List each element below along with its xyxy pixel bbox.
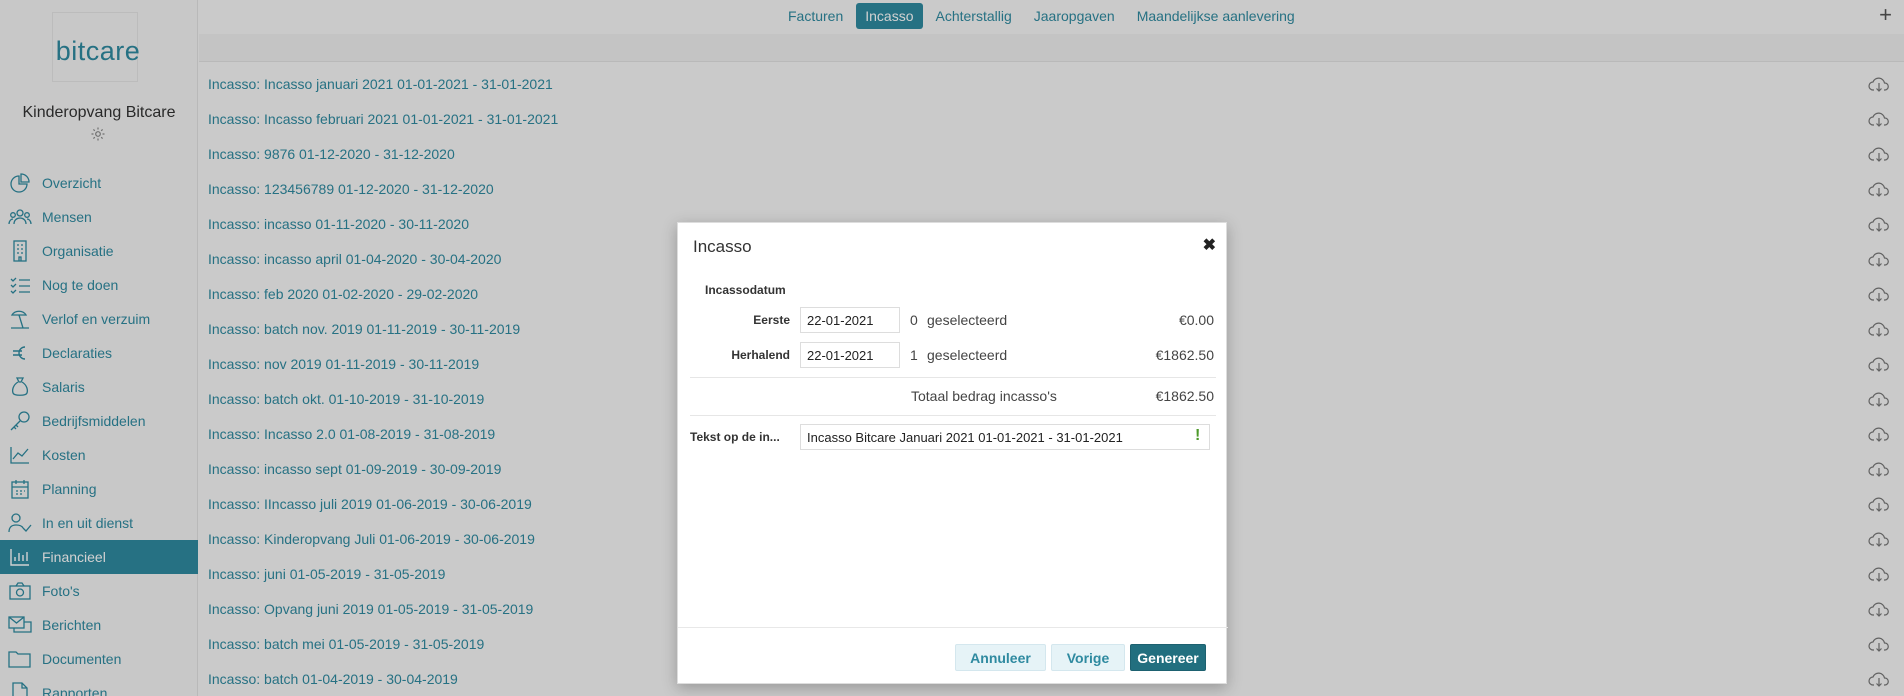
recurring-date-input[interactable] [800, 342, 900, 368]
recurring-count: 1 [910, 347, 918, 363]
previous-button[interactable]: Vorige [1051, 644, 1125, 671]
total-amount: €1862.50 [1155, 388, 1214, 404]
incasso-dialog: Incasso ✖ Incassodatum Eerste 0 geselect… [677, 222, 1228, 684]
section-label: Incassodatum [705, 283, 786, 297]
total-label: Totaal bedrag incasso's [911, 388, 1057, 404]
close-icon[interactable]: ✖ [1203, 235, 1216, 255]
recurring-amount: €1862.50 [1155, 347, 1214, 363]
dialog-title: Incasso [693, 237, 752, 256]
first-amount: €0.00 [1178, 312, 1214, 328]
recurring-selected-label: geselecteerd [927, 347, 1008, 363]
first-selected-label: geselecteerd [927, 312, 1008, 328]
cancel-button[interactable]: Annuleer [955, 644, 1046, 671]
dialog-footer: Annuleer Vorige Genereer [678, 627, 1228, 684]
divider [690, 377, 1216, 378]
text-input[interactable] [800, 424, 1210, 450]
first-count: 0 [910, 312, 918, 328]
divider [690, 415, 1216, 416]
recurring-label: Herhalend [731, 348, 790, 362]
warning-icon: ! [1195, 427, 1201, 444]
text-label: Tekst op de in... [690, 430, 780, 444]
first-label: Eerste [753, 313, 790, 327]
first-date-input[interactable] [800, 307, 900, 333]
generate-button[interactable]: Genereer [1130, 644, 1206, 671]
